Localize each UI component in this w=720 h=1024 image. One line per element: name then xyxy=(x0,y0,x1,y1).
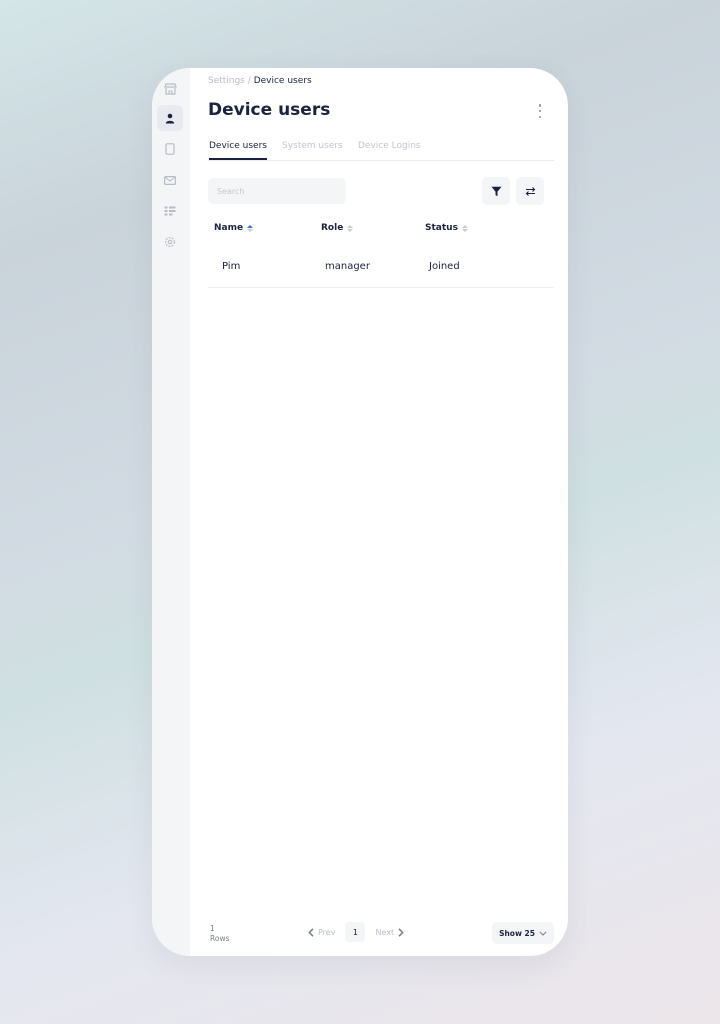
breadcrumb-parent[interactable]: Settings xyxy=(208,76,245,86)
sort-icon xyxy=(247,224,254,232)
sidebar-item-users[interactable] xyxy=(157,105,183,131)
mail-icon xyxy=(164,175,176,185)
sidebar-item-messages[interactable] xyxy=(157,167,183,193)
row-divider xyxy=(208,287,554,288)
breadcrumb: Settings / Device users xyxy=(208,76,312,86)
cell-status: Joined xyxy=(429,261,460,272)
next-label: Next xyxy=(375,927,395,937)
sort-icon xyxy=(347,224,354,232)
kebab-dot xyxy=(538,104,542,107)
tab-device-users[interactable]: Device users xyxy=(209,140,267,160)
filter-icon xyxy=(491,186,501,196)
chevron-left-icon xyxy=(308,927,314,937)
row-count: 1 Rows xyxy=(210,924,230,944)
chevron-right-icon xyxy=(398,927,404,937)
sort-icon xyxy=(461,224,468,232)
page-size-select[interactable]: Show 25 xyxy=(492,922,554,944)
column-header-label: Name xyxy=(214,223,244,233)
search-input[interactable] xyxy=(208,178,346,204)
page-title: Device users xyxy=(208,100,331,120)
breadcrumb-current: Device users xyxy=(253,76,312,86)
kebab-dot xyxy=(538,109,542,113)
column-header-label: Role xyxy=(321,223,344,233)
page-size-label: Show 25 xyxy=(499,928,535,938)
sidebar-item-settings[interactable] xyxy=(157,229,183,255)
cell-role: manager xyxy=(325,261,370,272)
prev-label: Prev xyxy=(318,927,336,937)
grid-list-icon xyxy=(164,206,176,216)
column-header-label: Status xyxy=(425,223,458,233)
user-icon xyxy=(165,113,175,123)
row-count-value: 1 xyxy=(210,924,215,933)
row-count-label: Rows xyxy=(210,934,230,943)
more-options-button[interactable] xyxy=(534,104,546,118)
tablet-icon xyxy=(165,143,175,155)
swap-arrows-icon xyxy=(525,186,535,196)
kebab-dot xyxy=(538,115,542,118)
sidebar-item-store[interactable] xyxy=(157,76,183,102)
chevron-down-icon xyxy=(539,930,547,936)
tab-bar: Device users System users Device Logins xyxy=(208,140,554,161)
sidebar-rail xyxy=(152,68,190,956)
store-icon xyxy=(163,83,177,95)
breadcrumb-separator: / xyxy=(244,76,254,86)
column-header-status[interactable]: Status xyxy=(425,223,468,233)
tab-system-users[interactable]: System users xyxy=(282,140,343,158)
prev-page-button[interactable]: Prev xyxy=(308,928,335,937)
swap-columns-button[interactable] xyxy=(516,177,544,205)
tab-device-logins[interactable]: Device Logins xyxy=(358,140,421,158)
cell-name: Pim xyxy=(222,261,241,272)
next-page-button[interactable]: Next xyxy=(375,928,404,937)
page-number-button[interactable]: 1 xyxy=(345,922,366,942)
column-header-role[interactable]: Role xyxy=(321,223,354,233)
main-content: Settings / Device users Device users Dev… xyxy=(208,68,554,956)
device-frame: Settings / Device users Device users Dev… xyxy=(152,68,568,956)
sidebar-item-devices[interactable] xyxy=(157,136,183,162)
gear-icon xyxy=(164,236,176,248)
filter-button[interactable] xyxy=(482,177,510,205)
sidebar-item-layout[interactable] xyxy=(157,198,183,224)
column-header-name[interactable]: Name xyxy=(214,223,254,233)
pagination: Prev 1 Next xyxy=(308,922,404,942)
